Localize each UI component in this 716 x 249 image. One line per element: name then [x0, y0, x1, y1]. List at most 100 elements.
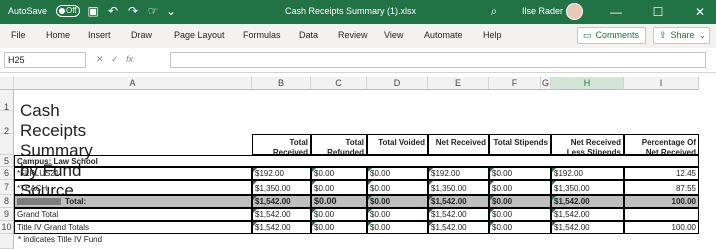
- avatar[interactable]: [566, 3, 583, 20]
- table-cell[interactable]: $0.00: [489, 195, 551, 208]
- row-header-5[interactable]: 5: [0, 155, 14, 167]
- row-header-9[interactable]: 9: [0, 208, 14, 221]
- table-cell[interactable]: $0.00: [367, 221, 428, 234]
- row-header-3[interactable]: [0, 134, 14, 155]
- minimize-icon[interactable]: —: [607, 3, 625, 21]
- table-cell[interactable]: $0.00: [367, 208, 428, 221]
- table-cell[interactable]: $1,542.00: [428, 195, 489, 208]
- formula-controls[interactable]: ✕ ✓ fx: [96, 54, 133, 65]
- table-cell[interactable]: 100.00: [624, 195, 699, 208]
- header-total-voided[interactable]: Total Voided: [367, 134, 428, 155]
- select-all-corner[interactable]: [0, 77, 14, 90]
- maximize-icon[interactable]: ☐: [649, 3, 667, 21]
- table-cell[interactable]: $1,542.00: [252, 208, 311, 221]
- row-header-8[interactable]: 8: [0, 195, 14, 208]
- header-percentage[interactable]: Percentage Of Net Received: [624, 134, 699, 155]
- table-cell[interactable]: 87.55: [624, 180, 699, 195]
- column-header-h[interactable]: H: [551, 77, 624, 90]
- column-header-a[interactable]: A: [14, 77, 252, 90]
- row-header-10[interactable]: 10: [0, 221, 14, 234]
- save-icon[interactable]: ▣: [86, 4, 100, 18]
- user-name[interactable]: Ilse Rader: [522, 6, 563, 16]
- table-cell[interactable]: $1,542.00: [428, 221, 489, 234]
- table-cell[interactable]: $1,542.00: [551, 208, 624, 221]
- redo-icon[interactable]: ↷: [126, 4, 140, 18]
- row-header-11[interactable]: [0, 234, 14, 249]
- title-iv-label[interactable]: Title IV Grand Totals: [14, 221, 252, 234]
- table-cell[interactable]: $1,542.00: [252, 195, 311, 208]
- column-header-e[interactable]: E: [428, 77, 489, 90]
- column-header-b[interactable]: B: [252, 77, 311, 90]
- table-cell[interactable]: $0.00: [311, 221, 367, 234]
- tab-data[interactable]: Data: [299, 30, 318, 40]
- table-cell[interactable]: $192.00: [428, 167, 489, 180]
- document-title[interactable]: Cash Receipts Summary (1).xlsx: [285, 6, 416, 16]
- table-cell[interactable]: $1,542.00: [428, 208, 489, 221]
- tab-help[interactable]: Help: [483, 30, 502, 40]
- header-total-refunded[interactable]: Total Refunded: [311, 134, 367, 155]
- tab-draw[interactable]: Draw: [131, 30, 152, 40]
- tab-page-layout[interactable]: Page Layout: [174, 30, 225, 40]
- tab-view[interactable]: View: [384, 30, 403, 40]
- table-cell[interactable]: $0.00: [489, 221, 551, 234]
- share-button[interactable]: ⇪ Share ⌄: [653, 27, 710, 44]
- row-header-1[interactable]: 1: [0, 90, 14, 112]
- tab-review[interactable]: Review: [338, 30, 368, 40]
- undo-icon[interactable]: ↶: [106, 4, 120, 18]
- table-cell[interactable]: $0.00: [311, 195, 367, 208]
- customize-toolbar-icon[interactable]: ⌄: [164, 4, 178, 18]
- table-cell[interactable]: $0.00: [367, 195, 428, 208]
- header-net-received-less-stipends[interactable]: Net Received Less Stipends: [551, 134, 624, 155]
- table-cell[interactable]: $1,350.00: [428, 180, 489, 195]
- table-cell[interactable]: $0.00: [489, 208, 551, 221]
- table-cell[interactable]: [624, 208, 699, 221]
- header-total-received[interactable]: Total Received: [252, 134, 311, 155]
- column-header-d[interactable]: D: [367, 77, 428, 90]
- tab-home[interactable]: Home: [46, 30, 70, 40]
- column-header-i[interactable]: I: [624, 77, 699, 90]
- touch-mode-icon[interactable]: ☞: [146, 4, 160, 18]
- autosave-toggle[interactable]: Off: [56, 5, 80, 17]
- fx-icon[interactable]: fx: [126, 54, 133, 64]
- row-header-7[interactable]: 7: [0, 180, 14, 195]
- search-icon[interactable]: ⌕: [487, 4, 501, 18]
- chevron-down-icon: ⌄: [698, 30, 707, 40]
- table-cell[interactable]: $0.00: [311, 167, 367, 180]
- name-box[interactable]: H25: [4, 52, 86, 68]
- table-cell[interactable]: $0.00: [489, 167, 551, 180]
- header-net-received[interactable]: Net Received: [428, 134, 489, 155]
- table-cell[interactable]: $192.00: [551, 167, 624, 180]
- campus-label[interactable]: Campus: Law School: [14, 155, 699, 167]
- table-cell[interactable]: $192.00: [252, 167, 311, 180]
- close-icon[interactable]: ✕: [691, 3, 709, 21]
- table-cell[interactable]: $0.00: [367, 167, 428, 180]
- grand-total-label[interactable]: Grand Total: [14, 208, 252, 221]
- tab-file[interactable]: File: [11, 30, 26, 40]
- row-header-2[interactable]: 2: [0, 111, 14, 136]
- table-cell[interactable]: 12.45: [624, 167, 699, 180]
- table-cell[interactable]: $1,542.00: [551, 221, 624, 234]
- table-cell[interactable]: 100.00: [624, 221, 699, 234]
- table-cell[interactable]: $1,542.00: [252, 221, 311, 234]
- row-header-6[interactable]: 6: [0, 167, 14, 180]
- tab-automate[interactable]: Automate: [424, 30, 463, 40]
- table-cell[interactable]: $0.00: [489, 180, 551, 195]
- tab-insert[interactable]: Insert: [88, 30, 111, 40]
- table-cell[interactable]: $1,542.00: [551, 195, 624, 208]
- column-header-f[interactable]: F: [489, 77, 541, 90]
- fund-label[interactable]: *FLPLUS21: [14, 167, 252, 180]
- fund-label[interactable]: *TEACH: [14, 180, 252, 195]
- total-label[interactable]: Total:: [14, 195, 252, 208]
- header-total-stipends[interactable]: Total Stipends: [489, 134, 551, 155]
- table-cell[interactable]: $1,350.00: [252, 180, 311, 195]
- tab-formulas[interactable]: Formulas: [243, 30, 281, 40]
- column-header-g[interactable]: G: [541, 77, 551, 90]
- table-cell[interactable]: $0.00: [311, 180, 367, 195]
- footnote[interactable]: * indicates Title IV Fund: [16, 234, 316, 247]
- column-header-c[interactable]: C: [311, 77, 367, 90]
- formula-input[interactable]: [170, 52, 706, 68]
- comments-button[interactable]: ▭ Comments: [577, 27, 646, 44]
- table-cell[interactable]: $0.00: [311, 208, 367, 221]
- table-cell[interactable]: $1,350.00: [551, 180, 624, 195]
- table-cell[interactable]: $0.00: [367, 180, 428, 195]
